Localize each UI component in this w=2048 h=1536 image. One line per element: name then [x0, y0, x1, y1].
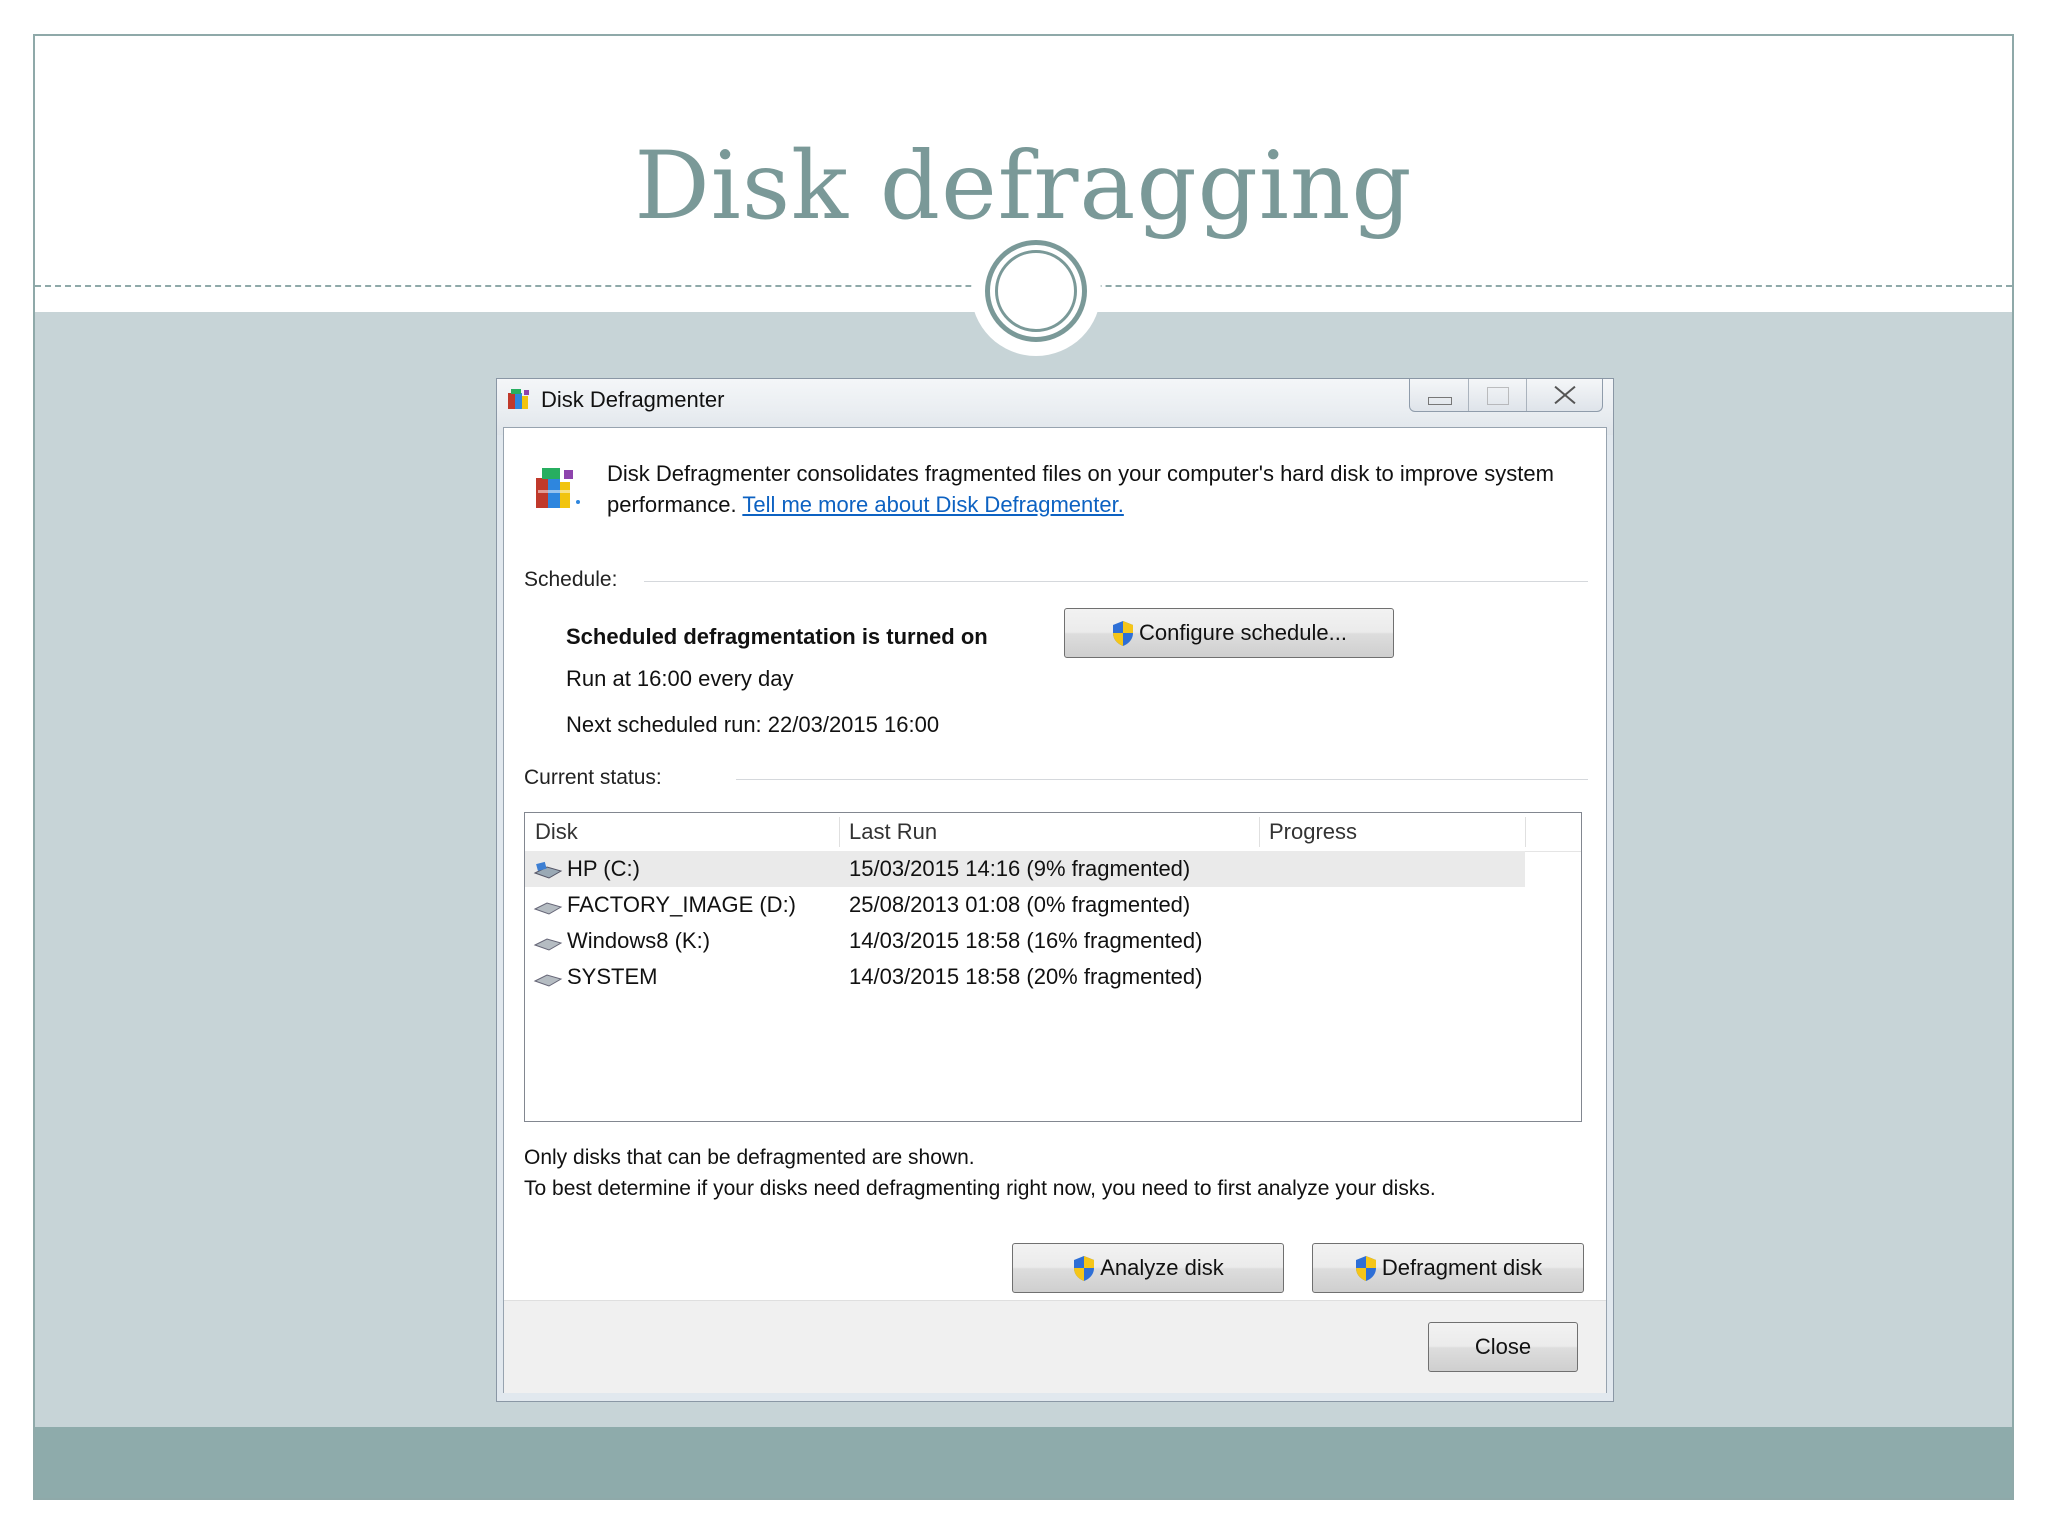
system-drive-icon — [533, 861, 563, 879]
configure-schedule-label: Configure schedule... — [1139, 620, 1347, 645]
window-title: Disk Defragmenter — [541, 387, 725, 412]
disk-last-run: 14/03/2015 18:58 (16% fragmented) — [849, 928, 1203, 953]
intro-text: Disk Defragmenter consolidates fragmente… — [607, 458, 1587, 520]
schedule-separator — [644, 581, 1588, 582]
drive-icon — [533, 902, 563, 915]
maximize-button[interactable] — [1467, 379, 1527, 411]
schedule-next-run: Next scheduled run: 22/03/2015 16:00 — [566, 712, 940, 737]
window-client-area: Disk Defragmenter consolidates fragmente… — [503, 427, 1607, 1393]
disk-name: HP (C:) — [567, 856, 640, 881]
disk-name: Windows8 (K:) — [567, 928, 711, 953]
defragment-disk-label: Defragment disk — [1381, 1255, 1543, 1280]
schedule-status: Scheduled defragmentation is turned on — [566, 624, 988, 649]
disk-row-factory-image-d[interactable]: FACTORY_IMAGE (D:) 25/08/2013 01:08 (0% … — [525, 887, 1525, 923]
minimize-button[interactable] — [1410, 379, 1468, 411]
uac-shield-icon — [1074, 1255, 1095, 1281]
defragmenter-app-icon — [508, 389, 529, 409]
slide-frame: Disk defragging Disk Defragmenter Disk D… — [33, 34, 2014, 1500]
column-header-progress[interactable]: Progress — [1259, 813, 1525, 851]
disk-list-header: Disk Last Run Progress — [525, 813, 1581, 852]
drive-icon — [533, 938, 563, 951]
close-button[interactable]: Close — [1428, 1322, 1578, 1372]
current-status-label: Current status: — [524, 766, 662, 789]
current-status-separator — [736, 779, 1588, 780]
configure-schedule-button[interactable]: Configure schedule... — [1064, 608, 1394, 658]
drive-icon — [533, 974, 563, 987]
disk-row-hp-c[interactable]: HP (C:) 15/03/2015 14:16 (9% fragmented) — [525, 851, 1525, 887]
disk-last-run: 14/03/2015 18:58 (20% fragmented) — [849, 964, 1203, 989]
disk-row-windows8-k[interactable]: Windows8 (K:) 14/03/2015 18:58 (16% frag… — [525, 923, 1525, 959]
disk-defragmenter-window: Disk Defragmenter Disk Defragmenter cons… — [496, 378, 1614, 1402]
disk-last-run: 25/08/2013 01:08 (0% fragmented) — [849, 892, 1191, 917]
column-header-disk[interactable]: Disk — [525, 813, 839, 851]
disk-list[interactable]: Disk Last Run Progress HP (C:) 15/03/201… — [524, 812, 1582, 1122]
disk-row-system[interactable]: SYSTEM 14/03/2015 18:58 (20% fragmented) — [525, 959, 1525, 995]
disk-name: SYSTEM — [567, 964, 658, 989]
schedule-label: Schedule: — [524, 568, 618, 591]
uac-shield-icon — [1355, 1255, 1376, 1281]
note-only-defragmentable: Only disks that can be defragmented are … — [524, 1146, 975, 1169]
slide-title: Disk defragging — [634, 132, 1413, 241]
analyze-disk-button[interactable]: Analyze disk — [1012, 1243, 1284, 1293]
decorative-circle-icon — [971, 226, 1101, 356]
schedule-run-at: Run at 16:00 every day — [566, 666, 794, 691]
defragment-disk-button[interactable]: Defragment disk — [1312, 1243, 1584, 1293]
defragmenter-large-icon — [536, 468, 580, 508]
note-analyze-first: To best determine if your disks need def… — [524, 1177, 1436, 1200]
slide-footer-bar — [35, 1427, 2012, 1498]
help-link[interactable]: Tell me more about Disk Defragmenter. — [742, 492, 1124, 517]
uac-shield-icon — [1113, 620, 1134, 646]
close-window-icon[interactable] — [1526, 379, 1602, 411]
caption-buttons — [1409, 379, 1603, 412]
close-button-label: Close — [1474, 1334, 1532, 1359]
disk-name: FACTORY_IMAGE (D:) — [567, 892, 797, 917]
disk-last-run: 15/03/2015 14:16 (9% fragmented) — [849, 856, 1191, 881]
column-header-last-run[interactable]: Last Run — [839, 813, 1259, 851]
analyze-disk-label: Analyze disk — [1100, 1255, 1224, 1280]
